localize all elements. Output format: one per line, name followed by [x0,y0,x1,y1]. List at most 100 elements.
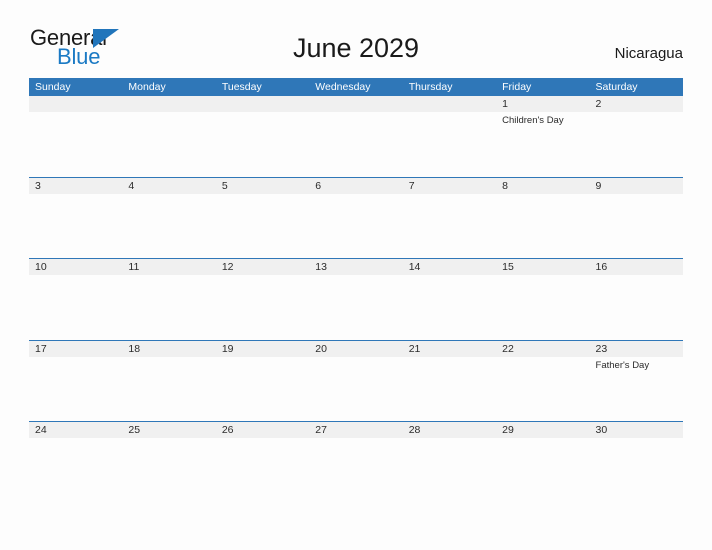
day-events [403,438,496,440]
calendar-day-cell[interactable]: 3 [29,177,123,259]
calendar-week-row: 24 25 26 27 28 29 30 [29,421,683,503]
calendar-day-cell[interactable]: 13 [309,259,403,340]
day-events [590,438,683,440]
calendar-day-cell-empty [122,96,216,177]
calendar-day-cell[interactable]: 14 [402,259,497,340]
day-number: 2 [595,98,602,110]
weekday-header-wednesday: Wednesday [315,81,371,93]
day-number-band: 10 [29,259,123,275]
weekday-header-friday: Friday [502,81,532,93]
calendar-event[interactable]: Father's Day [596,359,679,372]
calendar-day-cell-empty [309,96,403,177]
day-number: 19 [221,342,234,355]
calendar-day-cell[interactable]: 25 [122,422,216,503]
calendar-day-cell[interactable]: 28 [402,422,497,503]
calendar-grid: Sunday Monday Tuesday Wednesday Thursday Frid… [29,78,683,503]
day-events [122,438,215,440]
calendar-day-cell[interactable]: 19 [215,340,310,422]
day-number-band: 19 [215,340,310,357]
day-number-band [29,96,123,112]
day-number: 1 [502,98,508,110]
day-number-band: 2 [589,96,683,112]
day-events [122,194,215,196]
day-number: 7 [408,179,415,192]
calendar-week-row: 1 Children's Day 2 [29,96,683,177]
day-number: 30 [595,424,608,436]
calendar-day-cell[interactable]: 8 [496,177,590,259]
calendar-day-cell[interactable]: 26 [215,422,310,503]
calendar-day-cell[interactable]: 21 [402,340,497,422]
calendar-day-cell-empty [29,96,123,177]
day-events [122,275,215,277]
day-number: 27 [315,424,327,436]
day-number-band: 3 [29,177,123,194]
day-events [403,357,496,359]
day-number-band: 28 [402,422,497,438]
day-number-band: 7 [402,177,497,194]
day-events [496,194,589,196]
calendar-week-row: 10 11 12 13 14 15 16 [29,258,683,340]
week-days: 10 11 12 13 14 15 16 [29,259,683,340]
day-events [590,112,683,114]
day-events [403,112,496,114]
day-number: 23 [595,342,608,355]
day-events [309,112,402,114]
page-header: General Blue June 2029 Nicaragua [0,0,712,78]
day-events [122,357,215,359]
weekday-header-tuesday: Tuesday [221,81,262,93]
day-events [309,357,402,359]
day-events [216,194,309,196]
day-number: 14 [408,261,421,273]
calendar-day-cell[interactable]: 11 [122,259,216,340]
calendar-day-cell[interactable]: 20 [309,340,403,422]
day-number-band: 12 [215,259,310,275]
day-number: 11 [128,261,140,273]
weekday-header-row: Sunday Monday Tuesday Wednesday Thursday Frid… [29,78,683,96]
calendar-day-cell[interactable]: 1 Children's Day [496,96,590,177]
day-number-band: 21 [402,340,497,357]
calendar-day-cell[interactable]: 17 [29,340,123,422]
calendar-day-cell[interactable]: 4 [122,177,216,259]
day-number: 13 [315,261,327,273]
day-events [216,357,309,359]
calendar-day-cell[interactable]: 30 [589,422,683,503]
weekday-header-monday: Monday [128,81,166,93]
calendar-event[interactable]: Children's Day [502,114,585,127]
calendar-day-cell[interactable]: 18 [122,340,216,422]
calendar-day-cell[interactable]: 2 [589,96,683,177]
calendar-day-cell[interactable]: 5 [215,177,310,259]
week-days: 1 Children's Day 2 [29,96,683,177]
day-number: 12 [221,261,234,273]
calendar-day-cell[interactable]: 29 [496,422,590,503]
day-number-band: 18 [122,340,216,357]
day-number: 6 [315,179,322,192]
calendar-day-cell[interactable]: 22 [496,340,590,422]
calendar-day-cell-empty [402,96,497,177]
day-number: 8 [502,179,508,192]
day-events [309,438,402,440]
day-number-band: 20 [309,340,403,357]
calendar-day-cell[interactable]: 6 [309,177,403,259]
day-number: 26 [221,424,234,436]
calendar-day-cell[interactable]: 12 [215,259,310,340]
day-number: 28 [408,424,421,436]
day-number-band: 5 [215,177,310,194]
calendar-day-cell[interactable]: 7 [402,177,497,259]
calendar-weeks: 1 Children's Day 2 3 4 5 6 7 8 9 10 11 12 13 14 15 16 17 1… [29,96,683,503]
day-number-band: 23 [589,340,683,357]
day-number-band [402,96,497,112]
day-number: 25 [128,424,141,436]
calendar-day-cell[interactable]: 10 [29,259,123,340]
calendar-day-cell[interactable]: 15 [496,259,590,340]
weekday-header-sunday: Sunday [35,81,71,93]
day-events [122,112,215,114]
calendar-day-cell[interactable]: 16 [589,259,683,340]
calendar-day-cell[interactable]: 9 [589,177,683,259]
day-number: 17 [35,342,47,355]
day-number-band: 1 [496,96,590,112]
calendar-day-cell[interactable]: 23 Father's Day [589,340,683,422]
day-events: Father's Day [590,357,683,372]
calendar-day-cell[interactable]: 27 [309,422,403,503]
calendar-day-cell[interactable]: 24 [29,422,123,503]
day-events [216,112,309,114]
